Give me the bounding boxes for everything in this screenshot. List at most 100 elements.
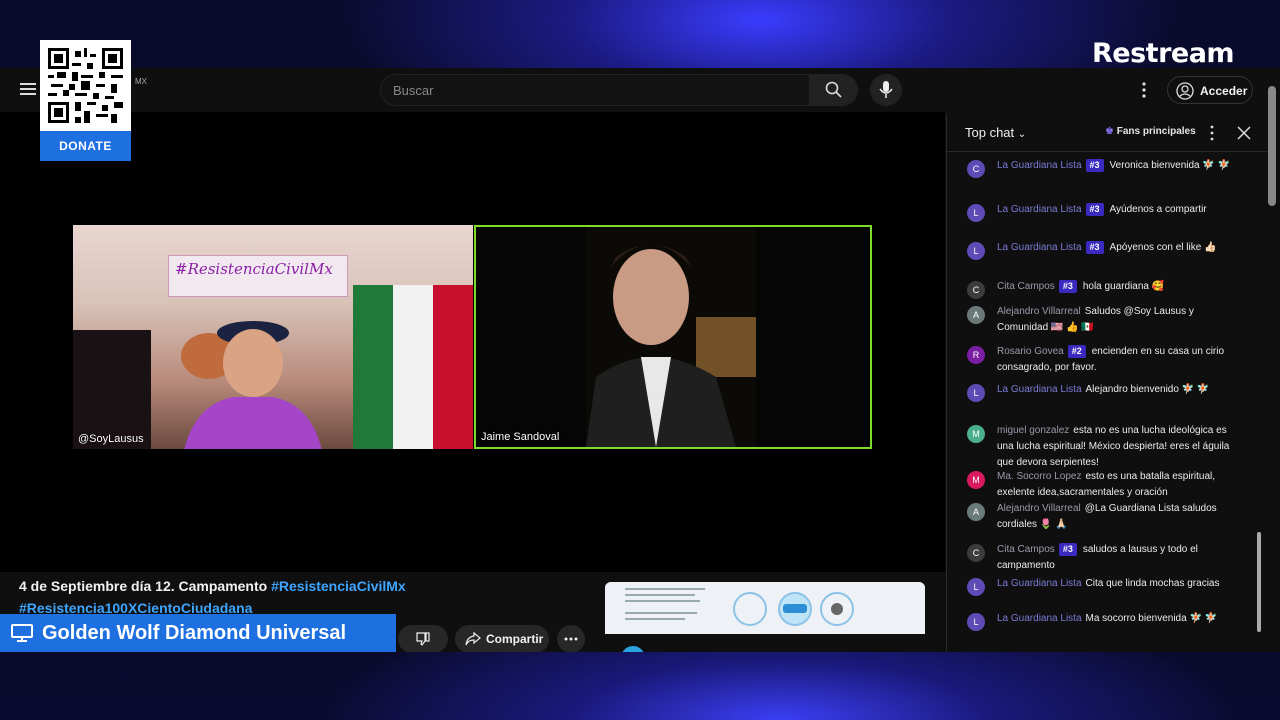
signin-label: Acceder xyxy=(1200,84,1248,98)
menu-icon[interactable] xyxy=(20,83,36,95)
chat-author[interactable]: Alejandro Villarreal xyxy=(997,306,1081,317)
participant-name: Jaime Sandoval xyxy=(481,431,560,443)
search-input[interactable]: Buscar xyxy=(380,74,810,106)
chat-message-body: Cita Campos #3 hola guardiana 🥰 xyxy=(997,279,1237,295)
chat-mode-label: Top chat xyxy=(965,125,1015,140)
share-label: Compartir xyxy=(486,632,544,646)
poster-image xyxy=(73,330,151,449)
avatar[interactable]: C xyxy=(967,160,985,178)
search-icon xyxy=(825,81,842,98)
chat-text: hola guardiana 🥰 xyxy=(1082,281,1165,292)
chat-message-body: La Guardiana Lista #3 Veronica bienvenida … xyxy=(997,158,1237,174)
signin-button[interactable]: Acceder xyxy=(1167,76,1253,104)
chat-text: Cita que linda mochas gracias xyxy=(1085,578,1220,589)
chat-scrollbar[interactable] xyxy=(1257,532,1261,632)
chat-author[interactable]: La Guardiana Lista xyxy=(997,578,1082,589)
participant-name: @SoyLausus xyxy=(78,433,144,445)
chat-author[interactable]: miguel gonzalez xyxy=(997,425,1069,436)
thumbs-down-icon xyxy=(416,632,430,646)
video-player[interactable]: #ResistenciaCivilMx @SoyLausus Jaime San… xyxy=(0,112,945,609)
top-fans-button[interactable]: ♚ Fans principales xyxy=(1105,126,1196,137)
chat-author[interactable]: La Guardiana Lista xyxy=(997,160,1082,171)
ad-card[interactable] xyxy=(605,582,925,652)
avatar[interactable]: C xyxy=(967,281,985,299)
more-options-icon[interactable] xyxy=(1209,125,1215,141)
chat-mode-dropdown[interactable]: Top chat ⌄ xyxy=(965,125,1026,140)
chat-author[interactable]: Cita Campos xyxy=(997,281,1055,292)
chat-message-body: Rosario Govea #2 encienden en su casa un c… xyxy=(997,344,1237,376)
live-chat-panel: Top chat ⌄ ♚ Fans principales C La Guardi… xyxy=(946,114,1267,652)
chat-text: Ayúdenos a compartir xyxy=(1109,204,1207,215)
avatar[interactable]: L xyxy=(967,613,985,631)
dislike-button[interactable] xyxy=(398,625,448,652)
restream-logo: Restream xyxy=(1092,38,1235,69)
banner-sign: #ResistenciaCivilMx xyxy=(168,255,348,297)
page-scrollbar[interactable] xyxy=(1268,86,1276,206)
chat-author[interactable]: La Guardiana Lista xyxy=(997,204,1082,215)
chat-message-body: Alejandro Villarreal @La Guardiana Lista … xyxy=(997,501,1237,533)
chat-header: Top chat ⌄ ♚ Fans principales xyxy=(947,114,1267,152)
fan-rank-badge: #2 xyxy=(1067,345,1086,358)
avatar[interactable]: L xyxy=(967,242,985,260)
channel-name-banner: Golden Wolf Diamond Universal xyxy=(0,614,396,652)
fan-rank-badge: #3 xyxy=(1058,280,1077,293)
more-options-icon[interactable] xyxy=(1136,80,1152,100)
fan-rank-badge: #3 xyxy=(1085,203,1104,216)
country-code: MX xyxy=(135,77,147,86)
more-actions-button[interactable] xyxy=(557,625,585,652)
avatar[interactable]: M xyxy=(967,471,985,489)
mic-button[interactable] xyxy=(870,74,902,106)
channel-name: Golden Wolf Diamond Universal xyxy=(42,622,347,644)
fan-rank-badge: #3 xyxy=(1085,159,1104,172)
chat-message-body: Ma. Socorro Lopez esto es una batalla esp… xyxy=(997,469,1237,501)
close-icon[interactable] xyxy=(1237,126,1251,140)
donate-qr-widget[interactable]: DONATE xyxy=(40,40,131,161)
chat-author[interactable]: Alejandro Villarreal xyxy=(997,503,1081,514)
chat-author[interactable]: La Guardiana Lista xyxy=(997,242,1082,253)
chat-author[interactable]: Cita Campos xyxy=(997,544,1055,555)
chat-author[interactable]: La Guardiana Lista xyxy=(997,384,1082,395)
chat-message-body: La Guardiana Lista #3 Apóyenos con el like… xyxy=(997,240,1237,256)
avatar[interactable]: M xyxy=(967,425,985,443)
participant-tile-right: Jaime Sandoval xyxy=(474,225,872,449)
chat-text: Veronica bienvenida 🧚🏻 🧚🏻 xyxy=(1109,160,1231,171)
chat-author[interactable]: Ma. Socorro Lopez xyxy=(997,471,1082,482)
crown-icon: ♚ xyxy=(1105,126,1114,137)
youtube-window: MX Buscar Acceder #ResistenciaCivilMx @S… xyxy=(0,68,1280,652)
search-button[interactable] xyxy=(810,74,858,106)
hashtag-link[interactable]: #ResistenciaCivilMx xyxy=(271,578,406,594)
chat-message-body: La Guardiana Lista Ma socorro bienvenida … xyxy=(997,611,1237,627)
account-icon xyxy=(1176,82,1194,100)
chat-text: Ma socorro bienvenida 🧚🏻 🧚🏻 xyxy=(1085,613,1218,624)
avatar[interactable]: R xyxy=(967,346,985,364)
chat-message-body: Cita Campos #3 saludos a lausus y todo el … xyxy=(997,542,1237,574)
share-icon xyxy=(465,632,481,646)
speaker-image xyxy=(586,227,756,447)
chat-text: Alejandro bienvenido 🧚🏻 🧚🏻 xyxy=(1085,384,1210,395)
chat-message-body: La Guardiana Lista Alejandro bienvenido 🧚… xyxy=(997,382,1237,398)
participant-tile-left: #ResistenciaCivilMx @SoyLausus xyxy=(73,225,473,449)
monitor-icon xyxy=(11,624,33,642)
mexico-flag xyxy=(353,285,473,449)
donate-button[interactable]: DONATE xyxy=(40,131,131,161)
share-button[interactable]: Compartir xyxy=(455,625,549,652)
avatar[interactable]: L xyxy=(967,204,985,222)
avatar[interactable]: L xyxy=(967,384,985,402)
search-placeholder: Buscar xyxy=(393,83,434,98)
qr-code xyxy=(48,48,123,123)
chat-message-body: miguel gonzalez esta no es una lucha ideo… xyxy=(997,423,1237,471)
avatar[interactable]: C xyxy=(967,544,985,562)
chat-message-body: Alejandro Villarreal Saludos @Soy Lausus … xyxy=(997,304,1237,336)
chat-author[interactable]: Rosario Govea xyxy=(997,346,1064,357)
avatar[interactable]: L xyxy=(967,578,985,596)
chat-message-body: La Guardiana Lista Cita que linda mochas … xyxy=(997,576,1237,592)
chevron-down-icon: ⌄ xyxy=(1017,129,1027,140)
avatar[interactable]: A xyxy=(967,306,985,324)
speaker-image xyxy=(184,321,322,449)
yt-header: MX Buscar Acceder xyxy=(0,68,1280,112)
video-title: 4 de Septiembre día 12. Campamento #Resi… xyxy=(19,575,406,619)
chat-author[interactable]: La Guardiana Lista xyxy=(997,613,1082,624)
avatar[interactable]: A xyxy=(967,503,985,521)
ad-illustration xyxy=(605,582,925,652)
title-text: 4 de Septiembre día 12. Campamento xyxy=(19,578,272,594)
